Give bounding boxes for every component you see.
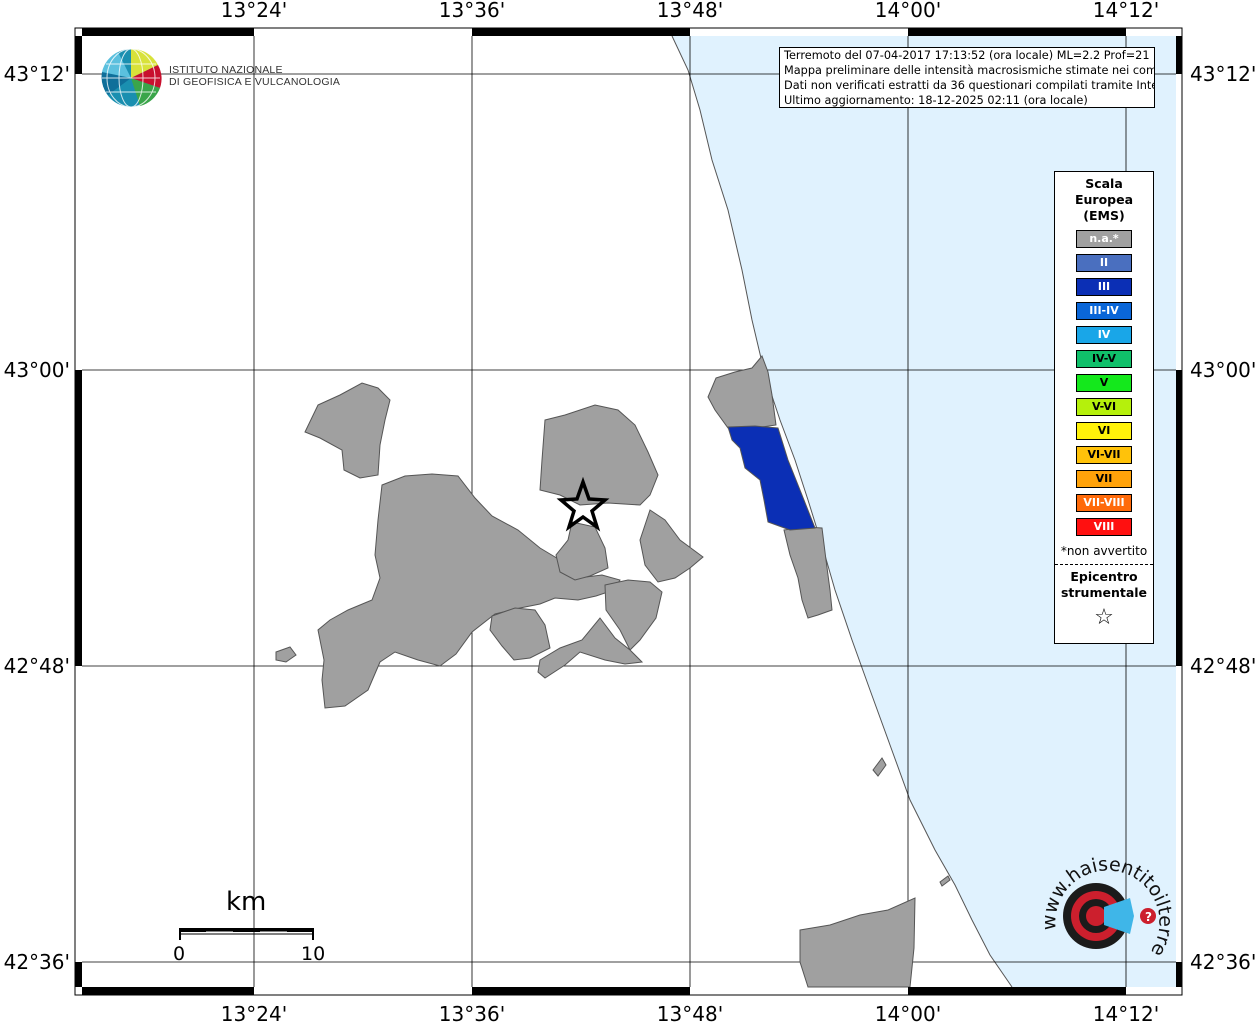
lat-tick-label: 42°48' bbox=[4, 654, 70, 678]
legend-item-na: n.a.* bbox=[1076, 230, 1132, 248]
legend-item-vii: VII bbox=[1076, 470, 1132, 488]
municipality-polygon bbox=[639, 509, 704, 583]
lon-labels-bottom: 13°24' 13°36' 13°48' 14°00' 14°12' bbox=[221, 1002, 1159, 1024]
legend-item-v-vi: V-VI bbox=[1076, 398, 1132, 416]
scale-unit: km bbox=[226, 887, 267, 917]
legend-note: *non avvertito bbox=[1060, 544, 1148, 558]
legend-item-vi: VI bbox=[1076, 422, 1132, 440]
lon-labels-top: 13°24' 13°36' 13°48' 14°00' 14°12' bbox=[221, 0, 1159, 22]
logo-line2: DI GEOFISICA E VULCANOLOGIA bbox=[169, 76, 341, 88]
ingv-logo-globe bbox=[101, 48, 162, 108]
legend-item-iv-v: IV-V bbox=[1076, 350, 1132, 368]
legend-item-ii: II bbox=[1076, 254, 1132, 272]
municipality-polygon bbox=[799, 897, 916, 988]
municipality-polygon bbox=[707, 355, 777, 429]
lat-labels-left: 43°12' 43°00' 42°48' 42°36' bbox=[4, 62, 70, 974]
lon-tick-label: 14°12' bbox=[1093, 0, 1159, 22]
legend-epi-line: strumentale bbox=[1060, 585, 1148, 600]
municipality-polygon bbox=[304, 382, 391, 479]
lat-tick-label: 42°48' bbox=[1190, 654, 1256, 678]
municipality-polygon bbox=[275, 646, 297, 663]
legend-epi-line: Epicentro bbox=[1070, 569, 1138, 584]
svg-text:?: ? bbox=[1145, 910, 1152, 924]
lat-tick-label: 42°36' bbox=[1190, 950, 1256, 974]
municipality-polygon bbox=[317, 473, 621, 709]
info-line4: Ultimo aggiornamento: 18-12-2025 02:11 (… bbox=[784, 94, 1088, 107]
scale-min-label: 0 bbox=[173, 943, 186, 965]
lat-tick-label: 42°36' bbox=[4, 950, 70, 974]
ingv-logo-text: ISTITUTO NAZIONALE DI GEOFISICA E VULCAN… bbox=[169, 64, 340, 88]
legend-item-viii: VIII bbox=[1076, 518, 1132, 536]
info-box: Terremoto del 07-04-2017 17:13:52 (ora l… bbox=[779, 47, 1155, 108]
logo-line1: ISTITUTO NAZIONALE bbox=[169, 64, 283, 76]
lat-tick-label: 43°00' bbox=[4, 358, 70, 382]
lon-tick-label: 13°36' bbox=[439, 1002, 505, 1024]
lon-tick-label: 14°12' bbox=[1093, 1002, 1159, 1024]
municipality-polygon bbox=[555, 521, 609, 581]
lon-tick-label: 13°36' bbox=[439, 0, 505, 22]
info-line1: Terremoto del 07-04-2017 17:13:52 (ora l… bbox=[784, 49, 1155, 62]
municipality-polygon bbox=[489, 607, 551, 661]
lon-tick-label: 13°24' bbox=[221, 0, 287, 22]
lon-tick-label: 13°48' bbox=[657, 1002, 723, 1024]
info-line2: Mappa preliminare delle intensità macros… bbox=[784, 64, 1155, 77]
lon-tick-label: 13°24' bbox=[221, 1002, 287, 1024]
legend-items: n.a.* II III III-IV IV IV-V V V-VI VI VI… bbox=[1055, 230, 1153, 536]
legend-divider bbox=[1055, 564, 1153, 565]
legend-title-line: Europea bbox=[1074, 192, 1134, 207]
legend-item-iii-iv: III-IV bbox=[1076, 302, 1132, 320]
municipality-polygon bbox=[539, 404, 659, 506]
ems-legend: Scala Europea (EMS) n.a.* II III III-IV … bbox=[1054, 171, 1154, 644]
lat-tick-label: 43°00' bbox=[1190, 358, 1256, 382]
star-icon: ☆ bbox=[1094, 605, 1114, 630]
legend-item-iv: IV bbox=[1076, 326, 1132, 344]
legend-title: Scala Europea (EMS) bbox=[1055, 176, 1153, 224]
legend-epicenter-label: Epicentro strumentale bbox=[1055, 569, 1153, 601]
municipality-polygon bbox=[939, 875, 951, 887]
lat-tick-label: 43°12' bbox=[1190, 62, 1256, 86]
legend-title-line: (EMS) bbox=[1083, 208, 1125, 223]
scale-bar bbox=[179, 928, 314, 940]
info-line3: Dati non verificati estratti da 36 quest… bbox=[784, 79, 1155, 92]
lon-tick-label: 13°48' bbox=[657, 0, 723, 22]
lon-tick-label: 14°00' bbox=[875, 0, 941, 22]
legend-item-vii-viii: VII-VIII bbox=[1076, 494, 1132, 512]
lon-tick-label: 14°00' bbox=[875, 1002, 941, 1024]
scale-max-label: 10 bbox=[301, 943, 326, 965]
legend-item-v: V bbox=[1076, 374, 1132, 392]
legend-item-iii: III bbox=[1076, 278, 1132, 296]
lat-tick-label: 43°12' bbox=[4, 62, 70, 86]
municipality-polygon bbox=[872, 757, 887, 777]
legend-item-vi-vii: VI-VII bbox=[1076, 446, 1132, 464]
legend-title-line: Scala bbox=[1085, 176, 1123, 191]
lat-labels-right: 43°12' 43°00' 42°48' 42°36' bbox=[1190, 62, 1256, 974]
